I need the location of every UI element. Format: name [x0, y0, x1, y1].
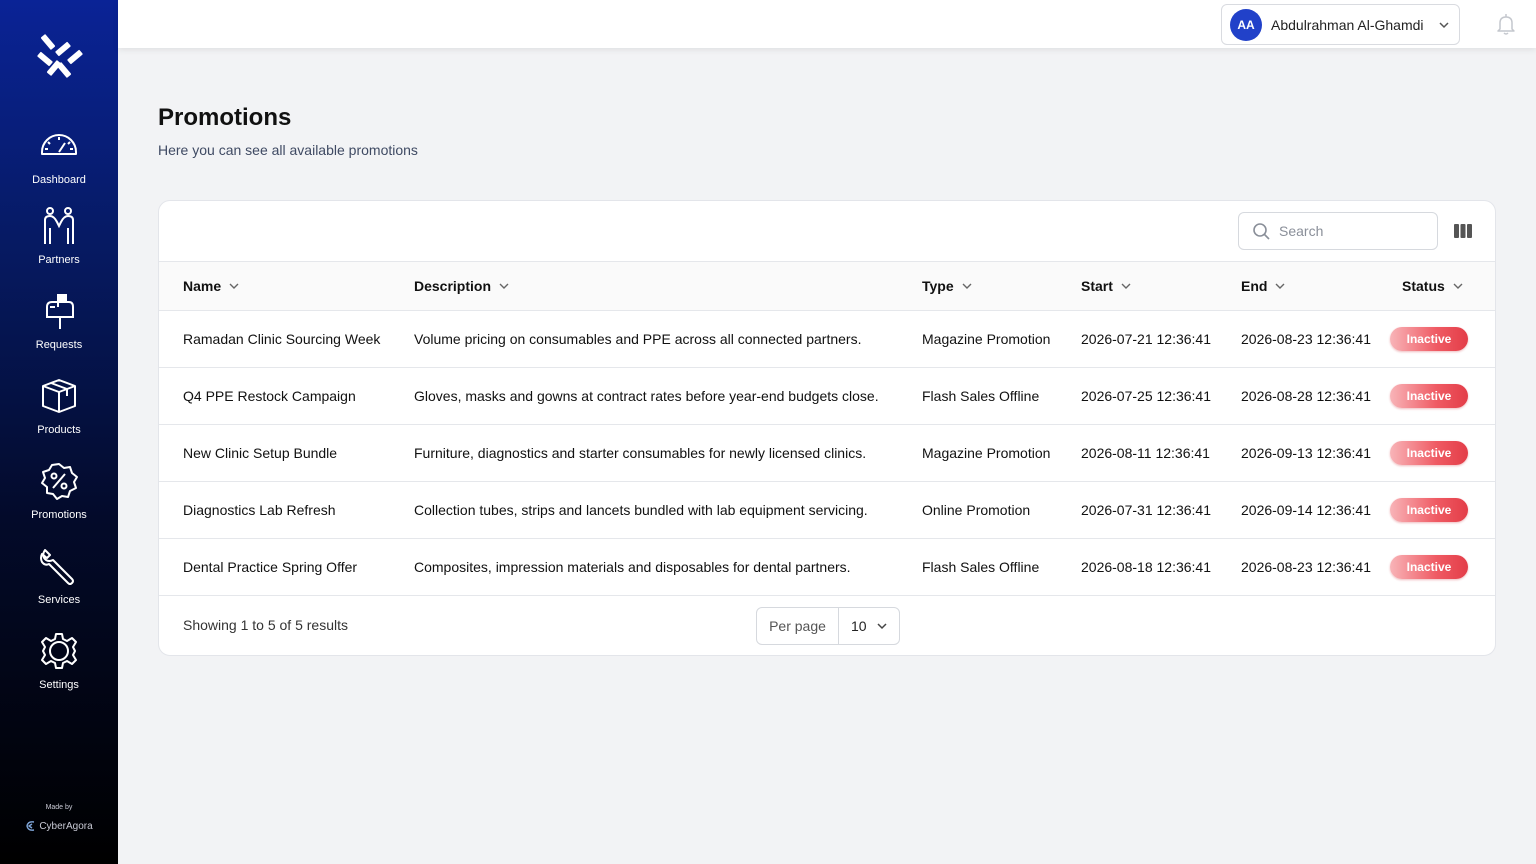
- status-badge: Inactive: [1390, 327, 1468, 351]
- per-page-control: Per page 10: [756, 607, 900, 645]
- sidebar-item-settings[interactable]: Settings: [0, 631, 118, 711]
- sort-chevron-icon: [1453, 283, 1463, 289]
- per-page-select[interactable]: 10: [839, 618, 899, 634]
- search-icon: [1253, 223, 1270, 240]
- avatar: AA: [1230, 8, 1262, 41]
- cell-end: 2026-09-13 12:36:41: [1241, 445, 1371, 461]
- column-label: Start: [1081, 278, 1113, 294]
- cell-name: Diagnostics Lab Refresh: [183, 502, 336, 518]
- chevron-down-icon: [877, 623, 887, 630]
- sidebar-item-products[interactable]: Products: [0, 376, 118, 456]
- per-page-label: Per page: [757, 608, 839, 644]
- chevron-down-icon: [1439, 22, 1449, 29]
- cell-description: Furniture, diagnostics and starter consu…: [414, 445, 867, 461]
- mailbox-icon: [46, 294, 74, 329]
- handshake-icon: [44, 207, 74, 244]
- cyberagora-logo-icon: [26, 821, 35, 831]
- cell-description: Volume pricing on consumables and PPE ac…: [414, 331, 862, 347]
- brand-credit[interactable]: CyberAgora: [0, 820, 118, 832]
- cell-start: 2026-08-18 12:36:41: [1081, 559, 1211, 575]
- status-badge: Inactive: [1390, 384, 1468, 408]
- results-summary: Showing 1 to 5 of 5 results: [183, 617, 348, 633]
- column-header-status[interactable]: Status: [1402, 262, 1465, 310]
- search-box[interactable]: [1238, 212, 1438, 250]
- cell-description: Composites, impression materials and dis…: [414, 559, 851, 575]
- sidebar-item-label: Partners: [38, 254, 80, 266]
- cell-type: Online Promotion: [922, 502, 1031, 518]
- column-header-name[interactable]: Name: [183, 262, 241, 310]
- sort-chevron-icon: [1275, 283, 1285, 289]
- cell-name: New Clinic Setup Bundle: [183, 445, 338, 461]
- status-badge: Inactive: [1390, 498, 1468, 522]
- gear-icon: [41, 633, 77, 669]
- table-row[interactable]: Q4 PPE Restock Campaign Gloves, masks an…: [159, 368, 1495, 425]
- user-menu[interactable]: AA Abdulrahman Al-Ghamdi: [1221, 4, 1460, 45]
- search-input[interactable]: [1279, 223, 1429, 239]
- cell-end: 2026-08-23 12:36:41: [1241, 331, 1371, 347]
- table-row[interactable]: Dental Practice Spring Offer Composites,…: [159, 539, 1495, 596]
- sidebar-item-partners[interactable]: Partners: [0, 206, 118, 286]
- cell-type: Magazine Promotion: [922, 445, 1051, 461]
- percent-badge-icon: [41, 463, 78, 500]
- status-badge: Inactive: [1390, 441, 1468, 465]
- columns-toggle-icon[interactable]: [1453, 221, 1473, 241]
- cell-end: 2026-09-14 12:36:41: [1241, 502, 1371, 518]
- wrench-icon: [40, 549, 74, 585]
- sort-chevron-icon: [1121, 283, 1131, 289]
- sort-chevron-icon: [229, 283, 239, 289]
- table-row[interactable]: Ramadan Clinic Sourcing Week Volume pric…: [159, 311, 1495, 368]
- sidebar-item-label: Services: [37, 594, 81, 606]
- table-header: Name Description Type Start End Status: [159, 261, 1495, 311]
- cell-description: Collection tubes, strips and lancets bun…: [414, 502, 868, 518]
- sidebar-item-label: Settings: [39, 679, 79, 691]
- gauge-icon: [41, 134, 77, 155]
- table-row[interactable]: Diagnostics Lab Refresh Collection tubes…: [159, 482, 1495, 539]
- page-title: Promotions: [158, 104, 292, 131]
- sidebar-item-dashboard[interactable]: Dashboard: [0, 126, 118, 206]
- promotions-table-card: Name Description Type Start End Status R…: [158, 200, 1496, 656]
- column-label: Description: [414, 278, 492, 294]
- cell-type: Flash Sales Offline: [922, 388, 1040, 404]
- cell-name: Ramadan Clinic Sourcing Week: [183, 331, 381, 347]
- per-page-value: 10: [851, 618, 867, 634]
- status-badge: Inactive: [1390, 555, 1468, 579]
- column-label: Type: [922, 278, 954, 294]
- column-header-description[interactable]: Description: [414, 262, 511, 310]
- column-label: Status: [1402, 278, 1445, 294]
- sidebar: Dashboard Partners Requests Products Pro…: [0, 0, 118, 864]
- column-header-type[interactable]: Type: [922, 262, 974, 310]
- column-header-start[interactable]: Start: [1081, 262, 1133, 310]
- cell-type: Flash Sales Offline: [922, 559, 1040, 575]
- cell-start: 2026-07-25 12:36:41: [1081, 388, 1211, 404]
- app-logo-icon[interactable]: [33, 32, 85, 80]
- cell-description: Gloves, masks and gowns at contract rate…: [414, 388, 879, 404]
- cell-start: 2026-07-21 12:36:41: [1081, 331, 1211, 347]
- table-row[interactable]: New Clinic Setup Bundle Furniture, diagn…: [159, 425, 1495, 482]
- sidebar-item-label: Requests: [35, 339, 83, 351]
- cell-start: 2026-07-31 12:36:41: [1081, 502, 1211, 518]
- page-subtitle: Here you can see all available promotion…: [158, 142, 418, 158]
- sort-chevron-icon: [962, 283, 972, 289]
- made-by-text: Made by: [45, 804, 73, 811]
- user-name: Abdulrahman Al-Ghamdi: [1271, 16, 1424, 33]
- sidebar-item-label: Promotions: [31, 509, 87, 521]
- brand-name: CyberAgora: [39, 820, 93, 832]
- sidebar-item-label: Products: [37, 424, 81, 436]
- cell-start: 2026-08-11 12:36:41: [1081, 445, 1210, 461]
- column-label: End: [1241, 278, 1268, 294]
- cell-name: Q4 PPE Restock Campaign: [183, 388, 356, 404]
- cell-name: Dental Practice Spring Offer: [183, 559, 358, 575]
- sort-chevron-icon: [499, 283, 509, 289]
- column-label: Name: [183, 278, 222, 294]
- bell-icon[interactable]: [1494, 12, 1518, 36]
- cell-end: 2026-08-23 12:36:41: [1241, 559, 1371, 575]
- sidebar-item-label: Dashboard: [32, 174, 86, 186]
- sidebar-item-promotions[interactable]: Promotions: [0, 461, 118, 541]
- sidebar-item-requests[interactable]: Requests: [0, 291, 118, 371]
- cell-type: Magazine Promotion: [922, 331, 1051, 347]
- column-header-end[interactable]: End: [1241, 262, 1287, 310]
- cell-end: 2026-08-28 12:36:41: [1241, 388, 1371, 404]
- sidebar-item-services[interactable]: Services: [0, 546, 118, 626]
- box-icon: [42, 379, 76, 413]
